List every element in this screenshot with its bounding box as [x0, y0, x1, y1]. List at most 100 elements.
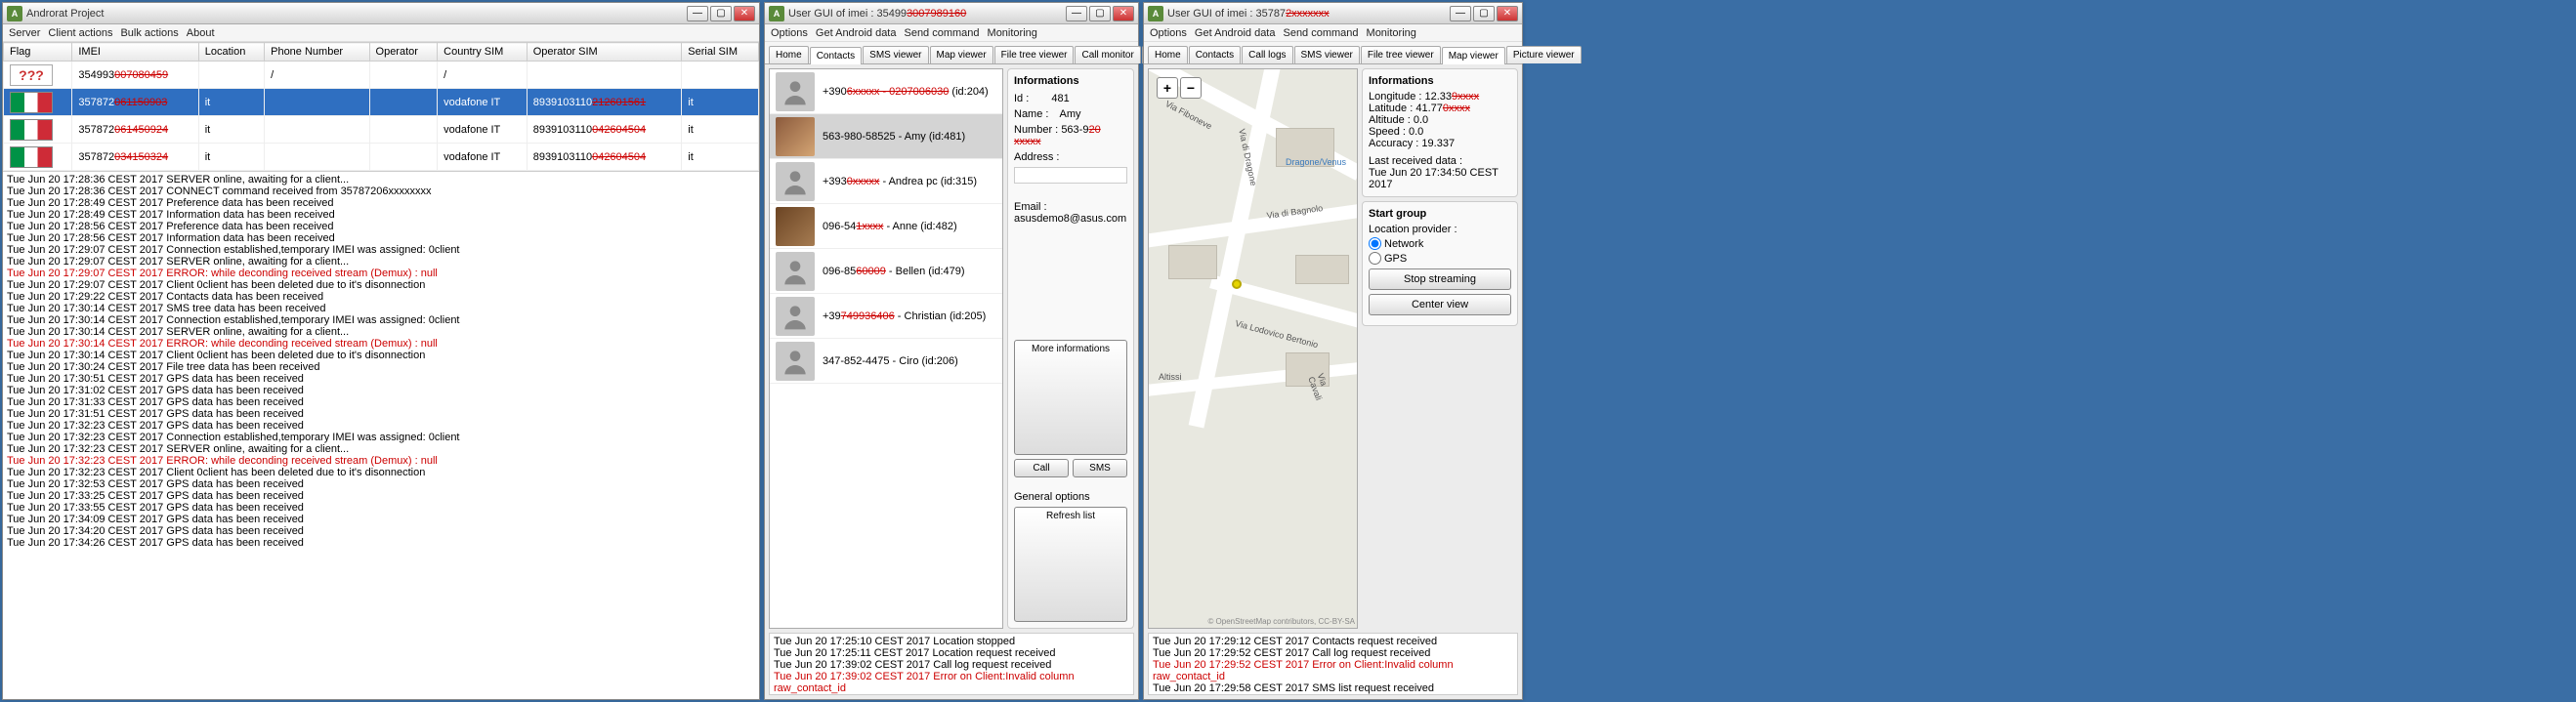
tab-sms-viewer[interactable]: SMS viewer	[1294, 46, 1360, 63]
column-header[interactable]: Serial SIM	[682, 43, 759, 62]
column-header[interactable]: Phone Number	[265, 43, 369, 62]
tab-file-tree-viewer[interactable]: File tree viewer	[1361, 46, 1441, 63]
more-info-button[interactable]: More informations	[1014, 340, 1127, 455]
table-row[interactable]: 357872061450924itvodafone IT893910311004…	[4, 116, 759, 144]
titlebar[interactable]: A User GUI of imei : 357872xxxxxxx — ▢ ✕	[1144, 3, 1522, 24]
client-log[interactable]: Tue Jun 20 17:25:10 CEST 2017 Location s…	[769, 633, 1134, 695]
log-line: Tue Jun 20 17:28:56 CEST 2017 Preference…	[7, 221, 755, 232]
contact-label: 096-541xxxx - Anne (id:482)	[823, 221, 957, 232]
menu-server[interactable]: Server	[9, 27, 40, 39]
log-line: Tue Jun 20 17:29:07 CEST 2017 Client 0cl…	[7, 279, 755, 291]
maximize-button[interactable]: ▢	[1473, 6, 1495, 21]
map-canvas[interactable]: Via Fiboneve Dragone/Venus Via di Dragon…	[1148, 68, 1358, 629]
log-line: Tue Jun 20 17:29:52 CEST 2017 Error on C…	[1153, 659, 1513, 682]
menu-bulk-actions[interactable]: Bulk actions	[120, 27, 178, 39]
maximize-button[interactable]: ▢	[710, 6, 732, 21]
contact-item[interactable]: 347-852-4475 - Ciro (id:206)	[770, 339, 1002, 384]
table-row[interactable]: ???354993007080459//	[4, 62, 759, 89]
app-icon: A	[7, 6, 22, 21]
log-line: Tue Jun 20 17:29:07 CEST 2017 ERROR: whi…	[7, 268, 755, 279]
map-side-pane: Informations Longitude : 12.339xxxx Lati…	[1362, 68, 1518, 629]
minimize-button[interactable]: —	[1066, 6, 1087, 21]
titlebar[interactable]: A Androrat Project — ▢ ✕	[3, 3, 759, 24]
zoom-out-button[interactable]: −	[1180, 77, 1202, 99]
column-header[interactable]: Flag	[4, 43, 72, 62]
tab-contacts[interactable]: Contacts	[1189, 46, 1241, 63]
log-line: Tue Jun 20 17:39:02 CEST 2017 Error on C…	[774, 671, 1129, 694]
menu-monitoring[interactable]: Monitoring	[1367, 27, 1416, 39]
tab-home[interactable]: Home	[1148, 46, 1188, 63]
menu-send-command[interactable]: Send command	[1283, 27, 1358, 39]
tab-file-tree-viewer[interactable]: File tree viewer	[994, 46, 1075, 63]
tab-contacts[interactable]: Contacts	[810, 47, 862, 64]
contact-item[interactable]: 096-541xxxx - Anne (id:482)	[770, 204, 1002, 249]
network-radio[interactable]: Network	[1369, 237, 1511, 250]
tab-row: HomeContactsSMS viewerMap viewerFile tre…	[765, 42, 1138, 64]
contact-item[interactable]: 096-8560009 - Bellen (id:479)	[770, 249, 1002, 294]
log-line: Tue Jun 20 17:29:22 CEST 2017 Contacts d…	[7, 291, 755, 303]
avatar	[776, 252, 815, 291]
minimize-button[interactable]: —	[1450, 6, 1471, 21]
tab-call-monitor[interactable]: Call monitor	[1075, 46, 1140, 63]
log-line: Tue Jun 20 17:29:12 CEST 2017 Contacts r…	[1153, 636, 1513, 647]
table-row[interactable]: 357872034150324itvodafone IT893910311004…	[4, 144, 759, 171]
close-button[interactable]: ✕	[1113, 6, 1134, 21]
sms-button[interactable]: SMS	[1073, 459, 1127, 477]
close-button[interactable]: ✕	[734, 6, 755, 21]
stop-streaming-button[interactable]: Stop streaming	[1369, 268, 1511, 290]
avatar	[776, 342, 815, 381]
contact-item[interactable]: +39749936406 - Christian (id:205)	[770, 294, 1002, 339]
menu-client-actions[interactable]: Client actions	[48, 27, 112, 39]
tab-call-logs[interactable]: Call logs	[1242, 46, 1292, 63]
column-header[interactable]: Location	[198, 43, 264, 62]
maximize-button[interactable]: ▢	[1089, 6, 1111, 21]
tab-map-viewer[interactable]: Map viewer	[1442, 47, 1505, 64]
contact-label: 096-8560009 - Bellen (id:479)	[823, 266, 965, 277]
tab-home[interactable]: Home	[769, 46, 809, 63]
tab-map-viewer[interactable]: Map viewer	[930, 46, 993, 63]
contacts-list[interactable]: +3906xxxxx - 0207006030 (id:204) 563-980-…	[769, 68, 1003, 629]
tab-sms-viewer[interactable]: SMS viewer	[863, 46, 928, 63]
log-line: Tue Jun 20 17:25:11 CEST 2017 Location r…	[774, 647, 1129, 659]
log-line: Tue Jun 20 17:30:14 CEST 2017 ERROR: whi…	[7, 338, 755, 350]
log-line: Tue Jun 20 17:28:36 CEST 2017 SERVER onl…	[7, 174, 755, 186]
center-view-button[interactable]: Center view	[1369, 294, 1511, 315]
zoom-in-button[interactable]: +	[1157, 77, 1178, 99]
address-input[interactable]	[1014, 167, 1127, 184]
contact-item[interactable]: +3930xxxxx - Andrea pc (id:315)	[770, 159, 1002, 204]
column-header[interactable]: Country SIM	[438, 43, 528, 62]
column-header[interactable]: Operator	[369, 43, 438, 62]
contact-item[interactable]: 563-980-58525 - Amy (id:481)	[770, 114, 1002, 159]
log-line: Tue Jun 20 17:32:23 CEST 2017 ERROR: whi…	[7, 455, 755, 467]
menu-monitoring[interactable]: Monitoring	[988, 27, 1037, 39]
menu-options[interactable]: Options	[1150, 27, 1187, 39]
close-button[interactable]: ✕	[1497, 6, 1518, 21]
log-line: Tue Jun 20 17:29:52 CEST 2017 Call log r…	[1153, 647, 1513, 659]
menu-about[interactable]: About	[187, 27, 215, 39]
contact-label: 347-852-4475 - Ciro (id:206)	[823, 355, 958, 367]
gps-radio[interactable]: GPS	[1369, 252, 1511, 265]
contact-label: +3906xxxxx - 0207006030 (id:204)	[823, 86, 989, 98]
log-line: Tue Jun 20 17:32:23 CEST 2017 Client 0cl…	[7, 467, 755, 478]
refresh-list-button[interactable]: Refresh list	[1014, 507, 1127, 622]
log-line: Tue Jun 20 17:28:36 CEST 2017 CONNECT co…	[7, 186, 755, 197]
general-options-label: General options	[1014, 491, 1127, 503]
log-line: Tue Jun 20 17:31:02 CEST 2017 GPS data h…	[7, 385, 755, 396]
menu-get-android-data[interactable]: Get Android data	[816, 27, 897, 39]
column-header[interactable]: Operator SIM	[527, 43, 682, 62]
call-button[interactable]: Call	[1014, 459, 1069, 477]
log-line: Tue Jun 20 17:31:51 CEST 2017 GPS data h…	[7, 408, 755, 420]
titlebar[interactable]: A User GUI of imei : 354993007989160 — ▢…	[765, 3, 1138, 24]
column-header[interactable]: IMEI	[72, 43, 198, 62]
menu-send-command[interactable]: Send command	[904, 27, 979, 39]
menu-options[interactable]: Options	[771, 27, 808, 39]
client-log[interactable]: Tue Jun 20 17:29:12 CEST 2017 Contacts r…	[1148, 633, 1518, 695]
table-row[interactable]: 357872061150903itvodafone IT893910311021…	[4, 89, 759, 116]
menu-get-android-data[interactable]: Get Android data	[1195, 27, 1276, 39]
minimize-button[interactable]: —	[687, 6, 708, 21]
contact-item[interactable]: +3906xxxxx - 0207006030 (id:204)	[770, 69, 1002, 114]
avatar	[776, 297, 815, 336]
tab-picture-viewer[interactable]: Picture viewer	[1506, 46, 1582, 63]
log-line: Tue Jun 20 17:28:49 CEST 2017 Informatio…	[7, 209, 755, 221]
server-log[interactable]: Tue Jun 20 17:28:36 CEST 2017 SERVER onl…	[3, 171, 759, 699]
